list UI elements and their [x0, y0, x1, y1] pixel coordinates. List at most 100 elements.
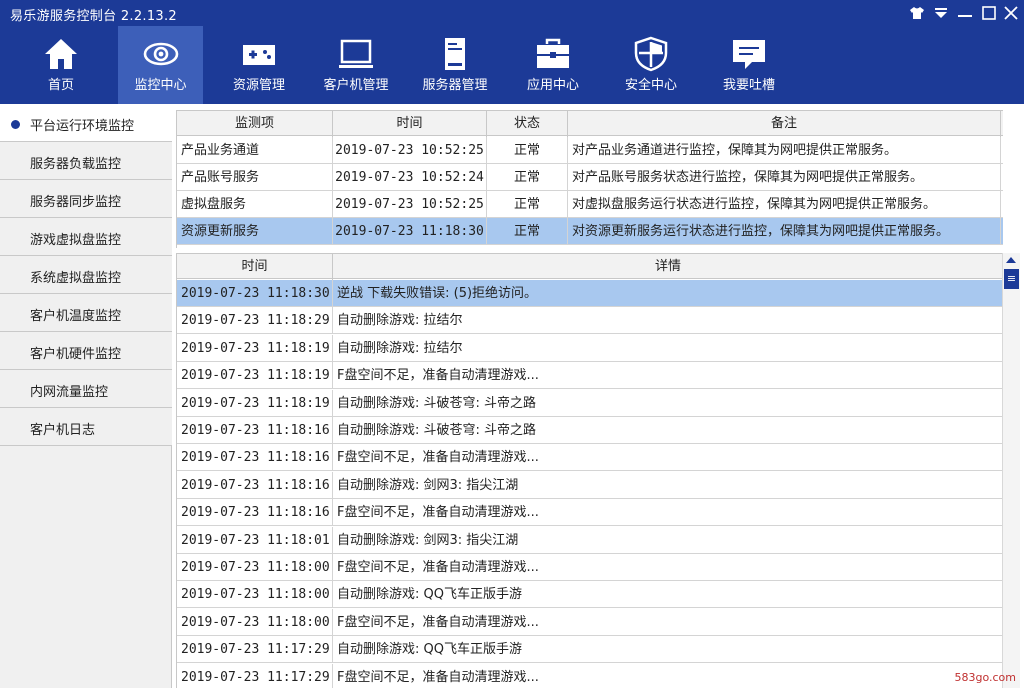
list-item[interactable]: 2019-07-23 11:18:00 F盘空间不足，准备自动清理游戏...	[177, 608, 1003, 636]
sidebar-item-label: 平台运行环境监控	[30, 119, 135, 134]
list-item[interactable]: 2019-07-23 11:18:16 F盘空间不足，准备自动清理游戏...	[177, 499, 1003, 527]
monitor-icon	[339, 39, 373, 68]
monitor-table-header: 监测项 时间 状态 备注	[177, 110, 1003, 137]
sidebar-item-server-sync[interactable]: 服务器同步监控	[0, 180, 172, 218]
list-item[interactable]: 2019-07-23 11:18:00 自动删除游戏: QQ飞车正版手游	[177, 581, 1003, 609]
table-cell: 正常	[487, 218, 568, 245]
table-row[interactable]: 产品业务通道 2019-07-23 10:52:25 正常 对产品业务通道进行监控，保…	[177, 137, 1003, 164]
shirt-icon[interactable]	[906, 3, 928, 23]
log-time: 2019-07-23 11:18:16	[177, 499, 333, 527]
column-header[interactable]: 时间	[177, 254, 333, 280]
sidebar-item-label: 内网流量监控	[30, 385, 109, 400]
toolbar-client-button[interactable]: 客户机管理	[315, 26, 397, 104]
sidebar-item-label: 服务器同步监控	[30, 195, 122, 210]
list-item[interactable]: 2019-07-23 11:18:16 自动删除游戏: 斗破苍穹: 斗帝之路	[177, 417, 1003, 444]
toolbar-resource-button[interactable]: 资源管理	[218, 26, 300, 104]
table-row[interactable]: 虚拟盘服务 2019-07-23 10:52:25 正常 对虚拟盘服务运行状态进行监控…	[177, 191, 1003, 218]
list-item[interactable]: 2019-07-23 11:18:30 逆战 下载失败错误: (5)拒绝访问。	[177, 280, 1003, 307]
table-cell: 虚拟盘服务	[177, 191, 333, 218]
log-table: 时间 详情 2019-07-23 11:18:30 逆战 下载失败错误: (5)拒…	[176, 253, 1003, 688]
log-detail: 自动删除游戏: 斗破苍穹: 斗帝之路	[337, 395, 537, 411]
shield-icon	[634, 36, 668, 72]
log-detail: F盘空间不足，准备自动清理游戏...	[337, 505, 539, 521]
column-header[interactable]: 备注	[568, 111, 1001, 137]
list-item[interactable]: 2019-07-23 11:18:19 自动删除游戏: 斗破苍穹: 斗帝之路	[177, 389, 1003, 417]
column-header[interactable]: 监测项	[177, 111, 333, 137]
table-cell: 对产品业务通道进行监控，保障其为网吧提供正常服务。	[568, 137, 1001, 164]
log-detail: 自动删除游戏: 斗破苍穹: 斗帝之路	[337, 423, 537, 438]
list-item[interactable]: 2019-07-23 11:18:01 自动删除游戏: 剑网3: 指尖江湖	[177, 526, 1003, 554]
toolbar-home-button[interactable]: 首页	[20, 26, 102, 104]
scroll-thumb[interactable]: ≡	[1004, 269, 1019, 289]
server-icon	[445, 38, 465, 70]
sidebar-item-server-load[interactable]: 服务器负载监控	[0, 142, 172, 180]
toolbox-icon	[537, 38, 569, 68]
toolbar-monitor-button[interactable]: 监控中心	[118, 26, 203, 104]
table-cell: 2019-07-23 11:18:30	[333, 218, 487, 245]
log-time: 2019-07-23 11:18:00	[177, 581, 333, 609]
close-icon[interactable]	[1000, 3, 1022, 23]
toolbar-appcenter-button[interactable]: 应用中心	[512, 26, 594, 104]
eye-icon	[143, 42, 178, 66]
table-cell: 产品账号服务	[177, 164, 333, 191]
sidebar-item-lan-traffic[interactable]: 内网流量监控	[0, 370, 172, 408]
home-icon	[45, 39, 77, 69]
list-item[interactable]: 2019-07-23 11:18:29 自动删除游戏: 拉结尔	[177, 307, 1003, 335]
list-item[interactable]: 2019-07-23 11:18:16 自动删除游戏: 剑网3: 指尖江湖	[177, 471, 1003, 499]
sidebar-item-platform-env[interactable]: 平台运行环境监控	[0, 104, 172, 142]
list-item[interactable]: 2019-07-23 11:18:16 F盘空间不足，准备自动清理游戏...	[177, 444, 1003, 472]
sidebar-item-label: 客户机硬件监控	[30, 347, 122, 362]
table-row[interactable]: 资源更新服务 2019-07-23 11:18:30 正常 对资源更新服务运行状态进行…	[177, 218, 1003, 245]
log-time: 2019-07-23 11:18:19	[177, 389, 333, 417]
sidebar-item-client-log[interactable]: 客户机日志	[0, 408, 172, 446]
list-item[interactable]: 2019-07-23 11:17:29 自动删除游戏: QQ飞车正版手游	[177, 636, 1003, 664]
toolbar-security-button[interactable]: 安全中心	[610, 26, 692, 104]
table-cell: 正常	[487, 164, 568, 191]
column-header[interactable]: 时间	[333, 111, 487, 137]
maximize-icon[interactable]	[978, 3, 1000, 23]
scroll-up-arrow-icon[interactable]	[1006, 257, 1016, 263]
log-detail: F盘空间不足，准备自动清理游戏...	[337, 614, 539, 630]
log-table-header: 时间 详情	[177, 253, 1003, 280]
list-item[interactable]: 2019-07-23 11:18:00 F盘空间不足，准备自动清理游戏...	[177, 554, 1003, 581]
column-header[interactable]: 详情	[333, 254, 1003, 280]
log-detail: 自动删除游戏: 拉结尔	[337, 313, 463, 329]
log-scrollbar[interactable]: ≡	[1002, 253, 1020, 688]
table-row[interactable]: 产品账号服务 2019-07-23 10:52:24 正常 对产品账号服务状态进行监控…	[177, 164, 1003, 191]
log-detail: 自动删除游戏: QQ飞车正版手游	[337, 587, 522, 603]
table-cell: 2019-07-23 10:52:25	[333, 191, 487, 218]
window-title: 易乐游服务控制台 2.2.13.2	[10, 9, 177, 24]
sidebar-item-system-vdisk[interactable]: 系统虚拟盘监控	[0, 256, 172, 294]
sidebar-item-game-vdisk[interactable]: 游戏虚拟盘监控	[0, 218, 172, 256]
minimize-icon[interactable]	[954, 3, 976, 23]
log-detail: 自动删除游戏: 剑网3: 指尖江湖	[337, 532, 519, 548]
table-cell: 正常	[487, 191, 568, 218]
sidebar-item-label: 服务器负载监控	[30, 157, 122, 172]
list-item[interactable]: 2019-07-23 11:18:19 自动删除游戏: 拉结尔	[177, 334, 1003, 362]
title-bar: 易乐游服务控制台 2.2.13.2	[0, 0, 1024, 26]
sidebar-item-label: 游戏虚拟盘监控	[30, 233, 122, 248]
toolbar-feedback-button[interactable]: 我要吐槽	[708, 26, 790, 104]
log-detail: 自动删除游戏: QQ飞车正版手游	[337, 642, 522, 658]
log-time: 2019-07-23 11:18:16	[177, 471, 333, 499]
log-time: 2019-07-23 11:18:00	[177, 608, 333, 636]
table-cell: 对资源更新服务运行状态进行监控，保障其为网吧提供正常服务。	[568, 218, 1001, 245]
toolbar-label: 应用中心	[526, 78, 579, 93]
toolbar-server-button[interactable]: 服务器管理	[412, 26, 498, 104]
toolbar-label: 安全中心	[624, 78, 677, 93]
log-detail: F盘空间不足，准备自动清理游戏...	[337, 368, 539, 384]
log-detail: F盘空间不足，准备自动清理游戏...	[337, 669, 539, 685]
monitor-table: 监测项 时间 状态 备注 产品业务通道 2019-07-23 10:52:25 正常…	[176, 110, 1003, 248]
toolbar-label: 我要吐槽	[722, 78, 775, 93]
table-cell: 2019-07-23 10:52:25	[333, 137, 487, 164]
sidebar-item-client-hardware[interactable]: 客户机硬件监控	[0, 332, 172, 370]
list-item[interactable]: 2019-07-23 11:18:19 F盘空间不足，准备自动清理游戏...	[177, 362, 1003, 390]
table-cell: 产品业务通道	[177, 137, 333, 164]
log-time: 2019-07-23 11:18:30	[177, 280, 333, 307]
list-item[interactable]: 2019-07-23 11:17:29 F盘空间不足，准备自动清理游戏...	[177, 663, 1003, 688]
log-time: 2019-07-23 11:18:19	[177, 334, 333, 362]
log-detail: F盘空间不足，准备自动清理游戏...	[337, 560, 539, 575]
sidebar-item-client-temp[interactable]: 客户机温度监控	[0, 294, 172, 332]
dropdown-icon[interactable]	[930, 3, 952, 23]
column-header[interactable]: 状态	[487, 111, 568, 137]
